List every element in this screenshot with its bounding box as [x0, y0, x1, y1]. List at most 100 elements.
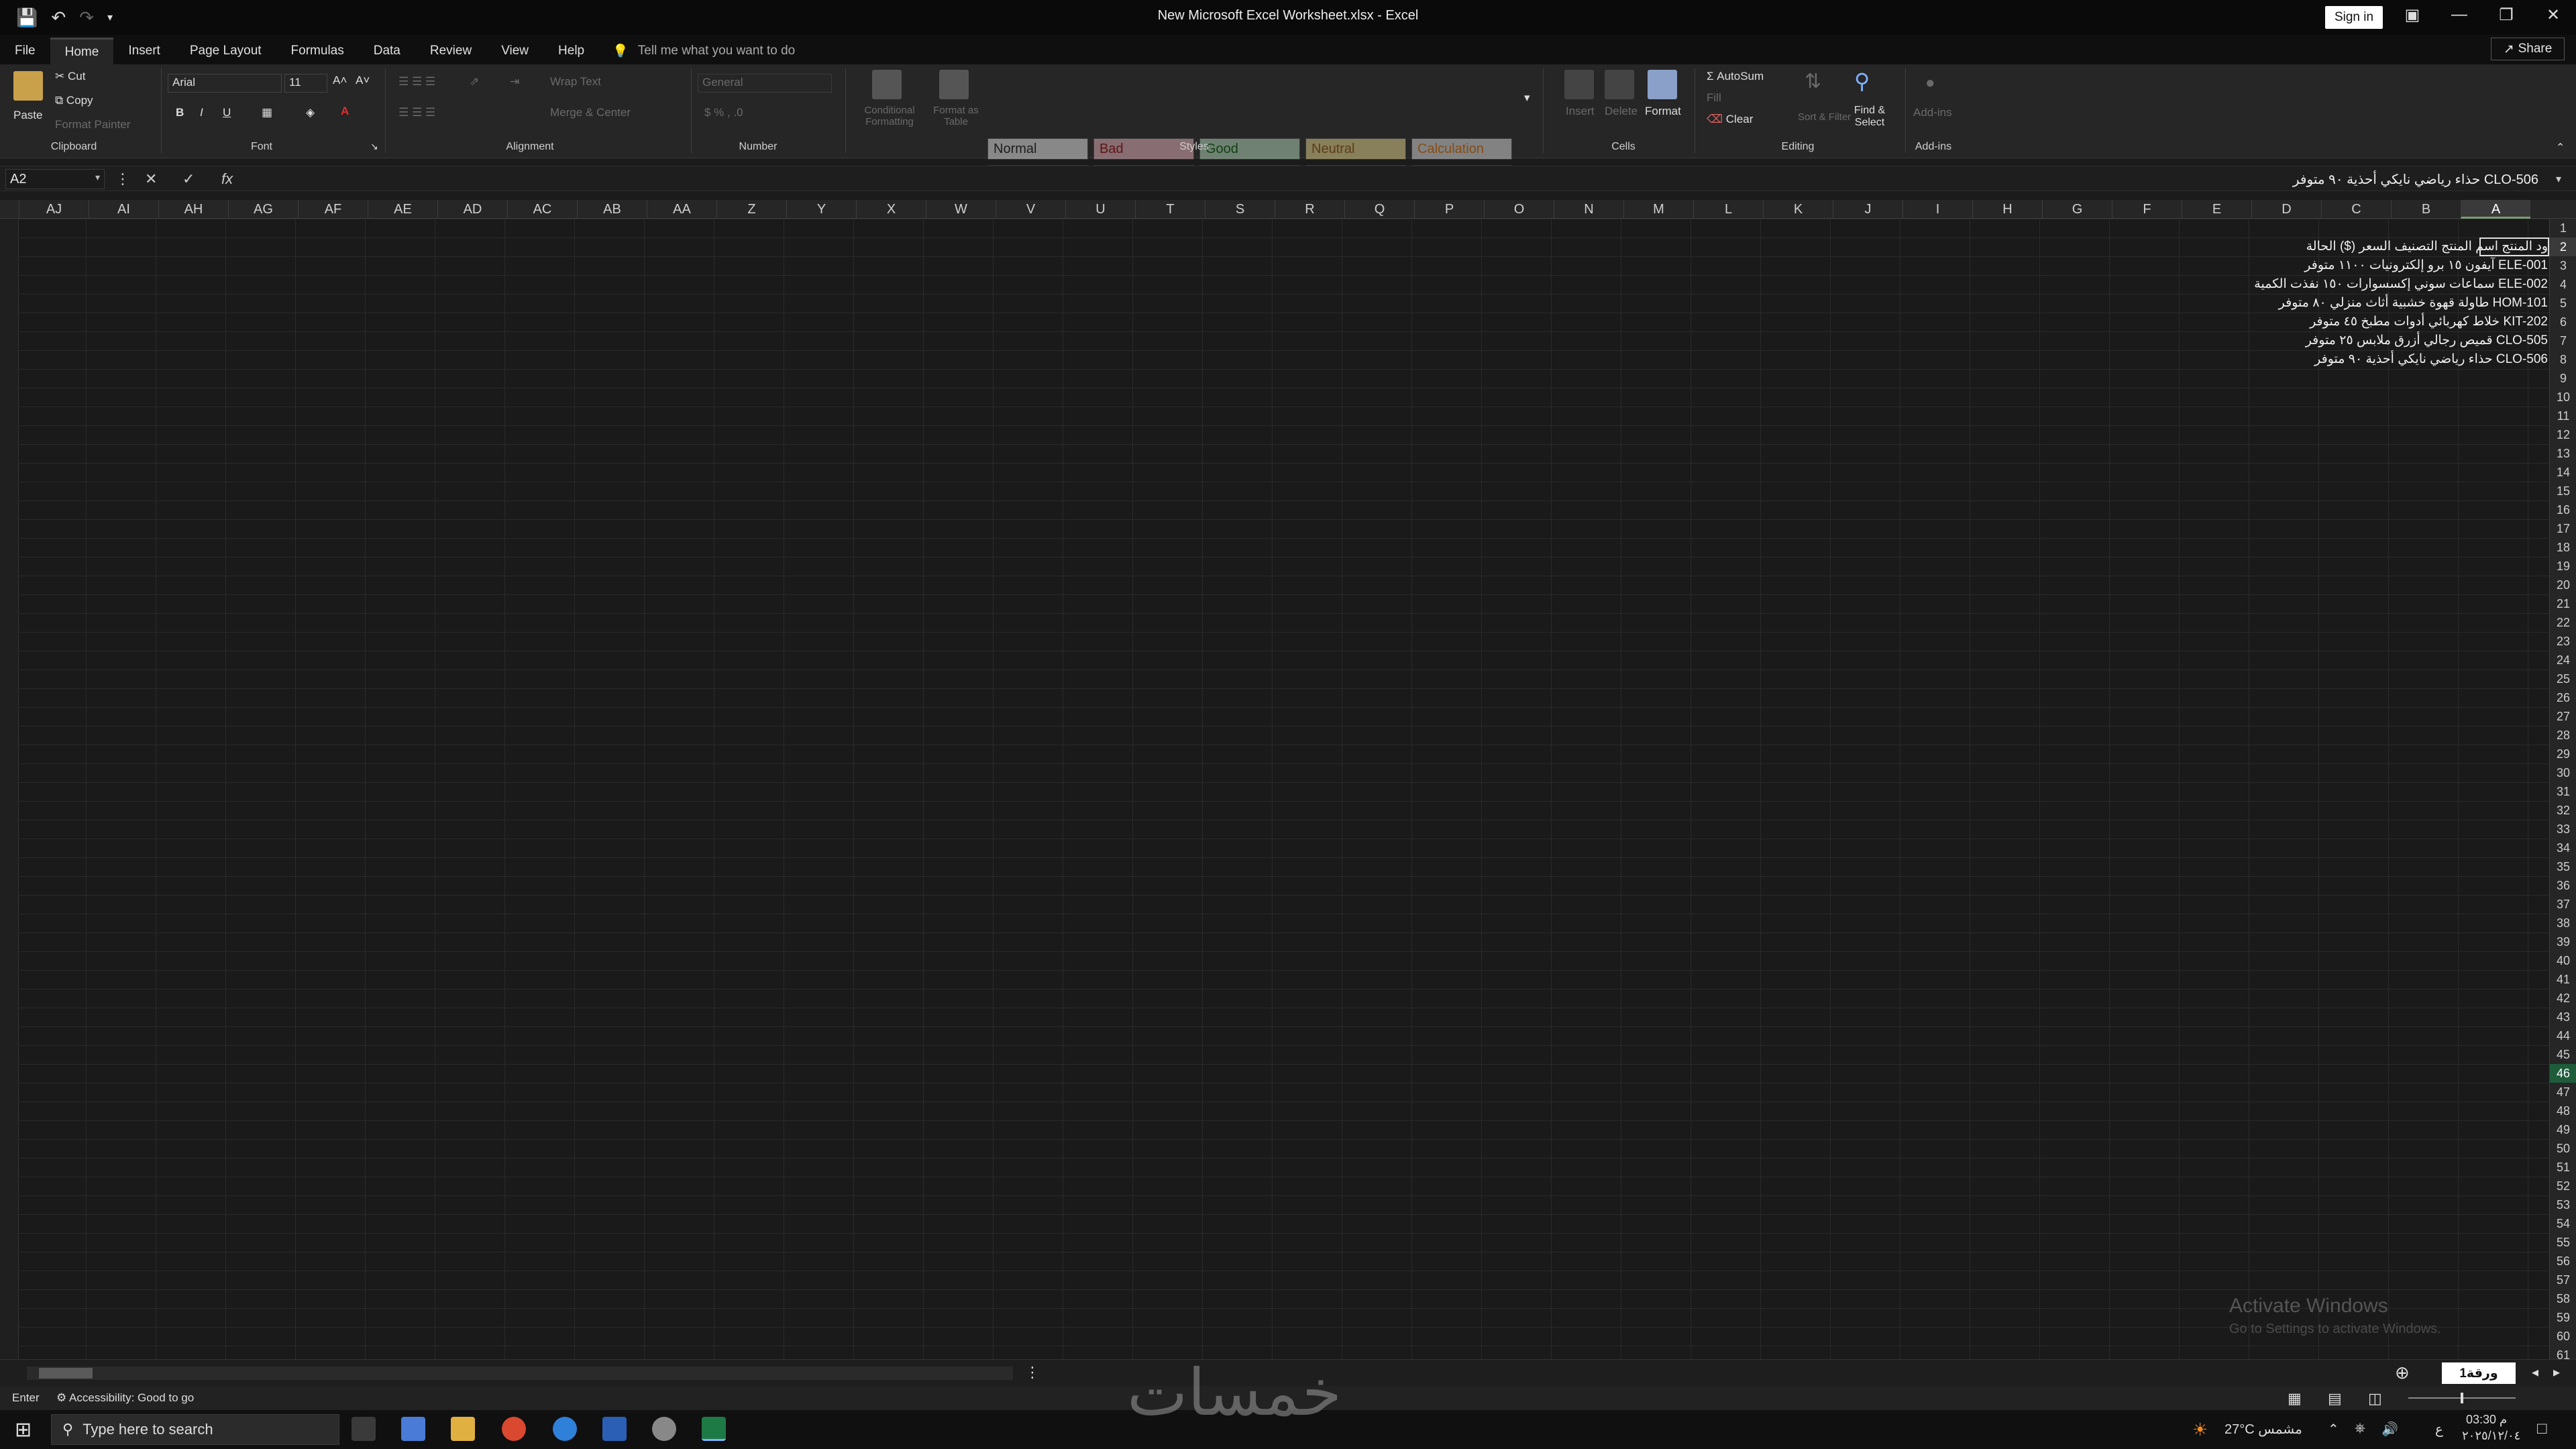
cell-a8[interactable]: CLO-506 حذاء رياضي نايكي أحذية ٩٠ متوفر — [2314, 350, 2548, 369]
font-dialog-launcher-icon[interactable]: ↘ — [370, 141, 378, 152]
row-header-17[interactable]: 17 — [2550, 519, 2576, 538]
column-header-d[interactable]: D — [2251, 200, 2321, 219]
column-header-x[interactable]: X — [856, 200, 926, 219]
row-header-59[interactable]: 59 — [2550, 1308, 2576, 1327]
column-header-u[interactable]: U — [1065, 200, 1135, 219]
orientation-icon[interactable]: ⇗ — [470, 75, 479, 89]
column-header-k[interactable]: K — [1763, 200, 1833, 219]
minimize-icon[interactable]: — — [2439, 5, 2479, 24]
expand-formula-bar-icon[interactable]: ▾ — [2556, 172, 2561, 186]
grow-font-icon[interactable]: A˄ — [333, 74, 347, 87]
tell-me-box[interactable]: 💡 Tell me what you want to do — [612, 38, 795, 64]
column-header-p[interactable]: P — [1414, 200, 1484, 219]
share-button[interactable]: ↗ Share — [2491, 38, 2565, 60]
normal-view-icon[interactable]: ▦ — [2288, 1390, 2302, 1407]
chrome-icon[interactable] — [502, 1417, 526, 1441]
column-header-v[interactable]: V — [996, 200, 1065, 219]
row-header-1[interactable]: 1 — [2550, 219, 2576, 237]
sort-filter-icon[interactable]: ⇅ — [1805, 70, 1821, 93]
copilot-icon[interactable] — [401, 1417, 425, 1441]
sort-filter-button[interactable]: Sort & Filter — [1798, 111, 1851, 123]
column-header-ad[interactable]: AD — [437, 200, 507, 219]
font-name-select[interactable]: Arial — [168, 74, 282, 93]
row-header-47[interactable]: 47 — [2550, 1083, 2576, 1102]
cell-a4[interactable]: ELE-002 سماعات سوني إكسسوارات ١٥٠ نفذت ا… — [2254, 275, 2548, 294]
cancel-entry-icon[interactable]: ✕ — [145, 170, 157, 188]
ribbon-display-icon[interactable]: ▣ — [2392, 5, 2432, 25]
conditional-formatting-button[interactable]: Conditional Formatting — [856, 105, 923, 127]
tab-data[interactable]: Data — [359, 38, 415, 64]
format-cells-button[interactable]: Format — [1645, 105, 1681, 118]
row-header-13[interactable]: 13 — [2550, 444, 2576, 463]
weather-icon[interactable]: ☀ — [2192, 1419, 2208, 1440]
find-select-button[interactable]: Find & Select — [1846, 105, 1893, 129]
cell-a3[interactable]: ELE-001 آيفون ١٥ برو إلكترونيات ١١٠٠ متو… — [2304, 256, 2548, 275]
align-left-icon[interactable]: ☰ ☰ ☰ — [398, 106, 435, 119]
row-header-18[interactable]: 18 — [2550, 538, 2576, 557]
row-header-58[interactable]: 58 — [2550, 1289, 2576, 1308]
borders-icon[interactable]: ▦ — [262, 106, 272, 119]
currency-icon[interactable]: $ % , .0 — [704, 106, 743, 119]
row-header-7[interactable]: 7 — [2550, 331, 2576, 350]
copy-button[interactable]: ⧉ Copy — [55, 94, 93, 107]
tab-help[interactable]: Help — [543, 38, 599, 64]
row-header-21[interactable]: 21 — [2550, 594, 2576, 613]
chevron-down-icon[interactable]: ▾ — [95, 172, 100, 183]
windows-start-icon[interactable]: ⊞ — [15, 1418, 32, 1442]
row-header-27[interactable]: 27 — [2550, 707, 2576, 726]
row-header-10[interactable]: 10 — [2550, 388, 2576, 407]
insert-function-icon[interactable]: fx — [221, 170, 233, 188]
row-header-35[interactable]: 35 — [2550, 857, 2576, 876]
row-header-25[interactable]: 25 — [2550, 669, 2576, 688]
sheet-tab-1[interactable]: ورقة1 — [2442, 1362, 2516, 1384]
row-header-44[interactable]: 44 — [2550, 1026, 2576, 1045]
bold-button[interactable]: B — [176, 106, 184, 119]
row-header-15[interactable]: 15 — [2550, 482, 2576, 500]
format-as-table-button[interactable]: Format as Table — [926, 105, 986, 127]
column-header-ab[interactable]: AB — [577, 200, 647, 219]
row-header-56[interactable]: 56 — [2550, 1252, 2576, 1271]
row-header-42[interactable]: 42 — [2550, 989, 2576, 1008]
taskbar-search-box[interactable]: ⚲ Type here to search — [51, 1414, 339, 1445]
fill-button[interactable]: Fill — [1707, 91, 1721, 105]
horizontal-scrollbar[interactable] — [27, 1366, 1013, 1380]
row-header-14[interactable]: 14 — [2550, 463, 2576, 482]
file-explorer-icon[interactable] — [451, 1417, 475, 1441]
name-box[interactable]: A2 ▾ — [5, 169, 105, 189]
scrollbar-thumb[interactable] — [39, 1368, 93, 1379]
row-header-46[interactable]: 46 — [2550, 1064, 2576, 1083]
excel-icon[interactable] — [702, 1417, 726, 1441]
cut-button[interactable]: ✂ Cut — [55, 70, 85, 83]
row-header-55[interactable]: 55 — [2550, 1233, 2576, 1252]
column-header-b[interactable]: B — [2391, 200, 2461, 219]
row-header-26[interactable]: 26 — [2550, 688, 2576, 707]
restore-icon[interactable]: ❐ — [2486, 5, 2526, 25]
column-header-q[interactable]: Q — [1344, 200, 1414, 219]
row-header-45[interactable]: 45 — [2550, 1045, 2576, 1064]
row-header-60[interactable]: 60 — [2550, 1327, 2576, 1346]
volume-icon[interactable]: 🔊 — [2381, 1421, 2398, 1438]
underline-button[interactable]: U — [223, 106, 231, 119]
row-header-31[interactable]: 31 — [2550, 782, 2576, 801]
more-options-icon[interactable]: ⋮ — [115, 170, 130, 188]
confirm-entry-icon[interactable]: ✓ — [182, 170, 195, 188]
insert-cells-icon[interactable] — [1564, 70, 1594, 99]
column-header-g[interactable]: G — [2042, 200, 2112, 219]
scroll-sheets-left-icon[interactable]: ◂ — [2532, 1364, 2538, 1381]
row-header-23[interactable]: 23 — [2550, 632, 2576, 651]
row-header-41[interactable]: 41 — [2550, 970, 2576, 989]
row-header-16[interactable]: 16 — [2550, 500, 2576, 519]
paste-icon[interactable] — [13, 71, 43, 101]
column-header-z[interactable]: Z — [716, 200, 786, 219]
align-top-icon[interactable]: ☰ ☰ ☰ — [398, 75, 435, 89]
tab-home[interactable]: Home — [50, 38, 114, 64]
row-header-20[interactable]: 20 — [2550, 576, 2576, 594]
column-header-ac[interactable]: AC — [507, 200, 577, 219]
column-header-f[interactable]: F — [2112, 200, 2182, 219]
column-header-r[interactable]: R — [1275, 200, 1344, 219]
select-all-corner[interactable] — [0, 200, 19, 219]
row-header-32[interactable]: 32 — [2550, 801, 2576, 820]
tab-file[interactable]: File — [0, 38, 50, 64]
row-header-8[interactable]: 8 — [2550, 350, 2576, 369]
styles-more-icon[interactable]: ▾ — [1524, 91, 1530, 105]
